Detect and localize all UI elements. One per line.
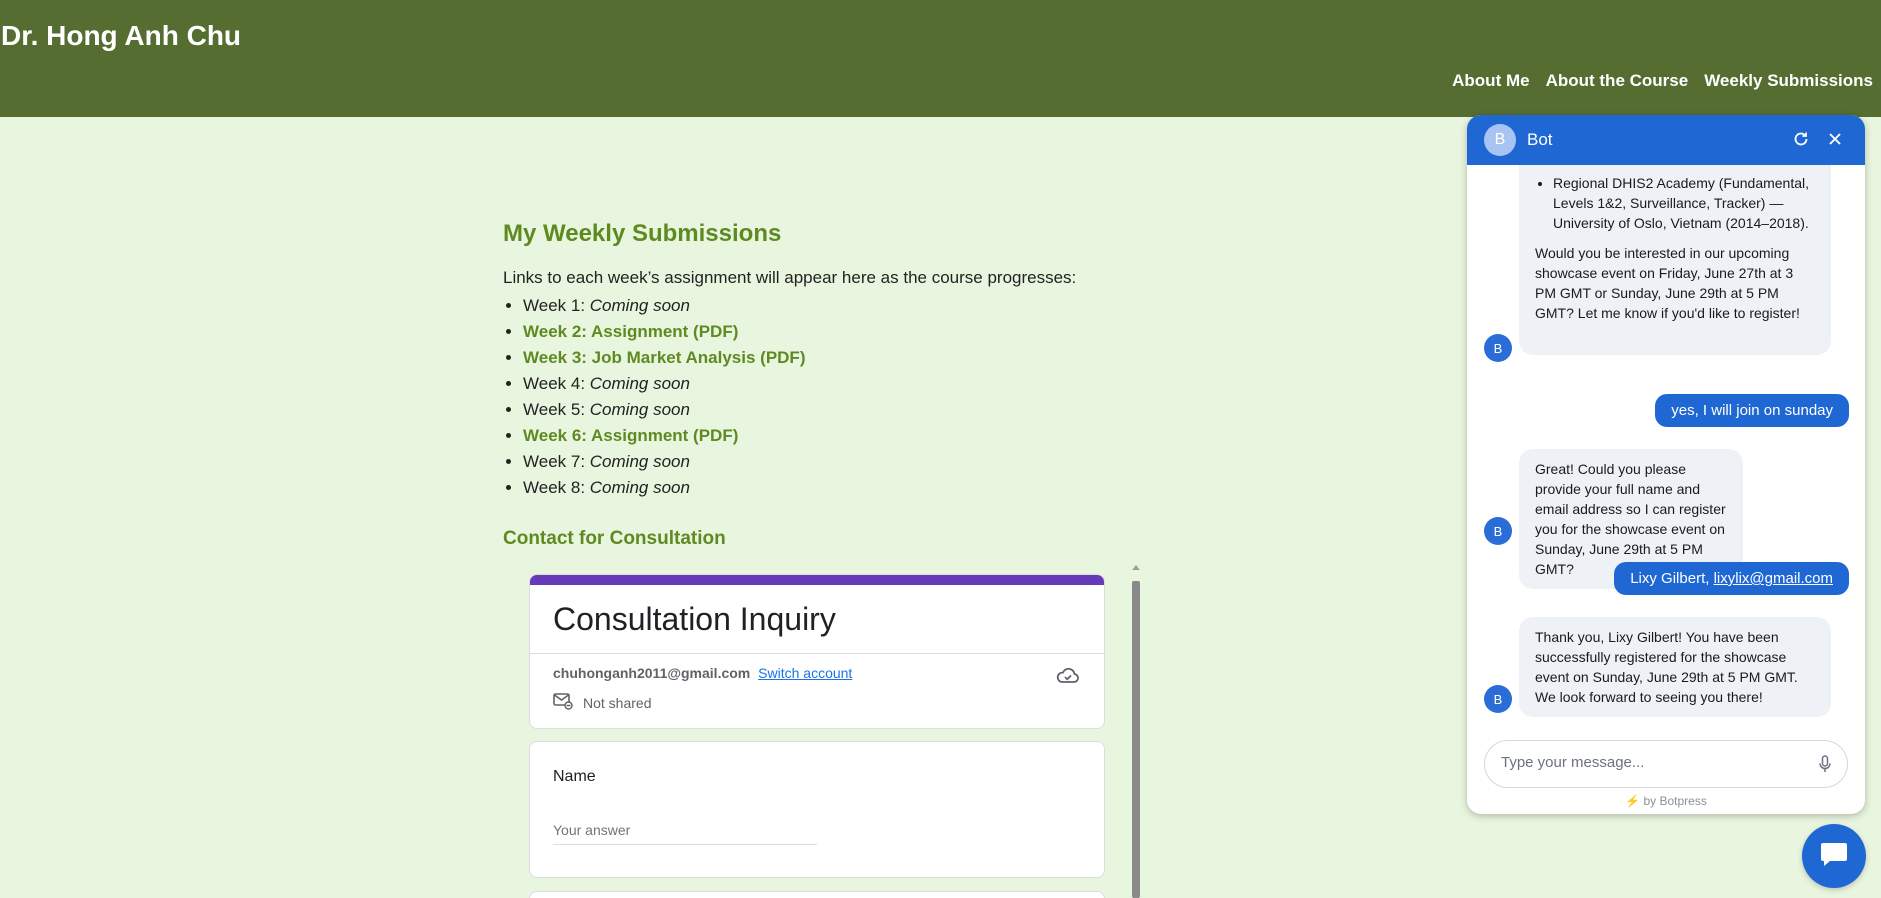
form-scrollbar[interactable] xyxy=(1131,563,1141,898)
chat-launcher-button[interactable] xyxy=(1802,824,1866,888)
submissions-intro: Links to each week’s assignment will app… xyxy=(503,268,1077,287)
week-label: Week 5: xyxy=(523,400,590,419)
week-status: Coming soon xyxy=(589,296,690,315)
user-message: yes, I will join on sunday xyxy=(1655,394,1849,427)
form-accent-bar xyxy=(530,575,1104,585)
not-shared-label: Not shared xyxy=(583,694,652,711)
main-nav: About Me About the Course Weekly Submiss… xyxy=(1452,71,1873,91)
bot-message: Thank you, Lixy Gilbert! You have been s… xyxy=(1519,617,1831,717)
email-link[interactable]: lixylix@gmail.com xyxy=(1714,570,1833,587)
bot-avatar: B xyxy=(1484,124,1516,156)
chat-bubble-icon xyxy=(1819,840,1849,873)
account-email: chuhonganh2011@gmail.com xyxy=(553,665,751,681)
cloud-check-icon xyxy=(1056,665,1080,685)
nav-weekly-submissions[interactable]: Weekly Submissions xyxy=(1704,71,1873,91)
week-status: Coming soon xyxy=(589,452,690,471)
scroll-thumb[interactable] xyxy=(1132,581,1140,898)
chat-header-actions xyxy=(1791,129,1845,149)
site-header: Dr. Hong Anh Chu About Me About the Cour… xyxy=(0,0,1881,117)
bot-avatar-small: B xyxy=(1484,685,1512,713)
chat-input-box xyxy=(1484,740,1848,788)
close-icon[interactable] xyxy=(1825,129,1845,149)
week-label: Week 8: xyxy=(523,478,590,497)
form-title: Consultation Inquiry xyxy=(530,585,1104,654)
form-header-card: Consultation Inquiry chuhonganh2011@gmai… xyxy=(529,574,1105,729)
week-status: Coming soon xyxy=(589,478,690,497)
powered-by[interactable]: ⚡ by Botpress xyxy=(1467,794,1865,808)
not-shared-row: Not shared xyxy=(553,692,651,713)
chat-widget: B Bot Regional DHIS2 Academy (Fundamenta… xyxy=(1467,115,1865,814)
week-label: Week 4: xyxy=(523,374,590,393)
bot-name: Bot xyxy=(1527,130,1553,149)
chat-messages: Regional DHIS2 Academy (Fundamental, Lev… xyxy=(1467,165,1865,725)
week-6-link[interactable]: Week 6: Assignment (PDF) xyxy=(523,426,738,445)
bot-avatar-small: B xyxy=(1484,334,1512,362)
name-answer-input[interactable]: Your answer xyxy=(553,822,817,845)
main-content: My Weekly Submissions Links to each week… xyxy=(503,220,1143,550)
bot-message-text: Would you be interested in our upcoming … xyxy=(1535,245,1800,321)
message-input[interactable] xyxy=(1501,754,1801,771)
bolt-icon: ⚡ xyxy=(1625,794,1641,808)
user-message-name: Lixy Gilbert, xyxy=(1630,570,1714,587)
list-item: Week 3: Job Market Analysis (PDF) xyxy=(523,345,1143,371)
list-item: Week 5: Coming soon xyxy=(523,397,1143,423)
submissions-heading: My Weekly Submissions xyxy=(503,220,782,247)
list-item: Week 8: Coming soon xyxy=(523,475,1143,501)
list-item: Regional DHIS2 Academy (Fundamental, Lev… xyxy=(1553,173,1815,233)
user-message: Lixy Gilbert, lixylix@gmail.com xyxy=(1614,562,1849,595)
scroll-up-arrow[interactable] xyxy=(1132,565,1140,570)
week-label: Week 7: xyxy=(523,452,590,471)
week-status: Coming soon xyxy=(589,400,690,419)
list-item: Week 6: Assignment (PDF) xyxy=(523,423,1143,449)
powered-by-label: by Botpress xyxy=(1643,794,1707,808)
list-item: Week 4: Coming soon xyxy=(523,371,1143,397)
week-label: Week 1: xyxy=(523,296,590,315)
list-item: Week 7: Coming soon xyxy=(523,449,1143,475)
site-title: Dr. Hong Anh Chu xyxy=(1,20,242,51)
week-2-link[interactable]: Week 2: Assignment (PDF) xyxy=(523,322,738,341)
nav-about-course[interactable]: About the Course xyxy=(1546,71,1689,91)
list-item: Week 2: Assignment (PDF) xyxy=(523,319,1143,345)
weeks-list: Week 1: Coming soon Week 2: Assignment (… xyxy=(503,293,1143,501)
week-3-link[interactable]: Week 3: Job Market Analysis (PDF) xyxy=(523,348,805,367)
account-row: chuhonganh2011@gmail.com Switch account xyxy=(553,665,852,681)
chat-header: B Bot xyxy=(1467,115,1865,165)
refresh-icon[interactable] xyxy=(1791,129,1811,149)
academy-list: Regional DHIS2 Academy (Fundamental, Lev… xyxy=(1535,173,1815,233)
consultation-form-frame[interactable]: Consultation Inquiry chuhonganh2011@gmai… xyxy=(529,563,1142,898)
name-label: Name xyxy=(553,768,596,785)
switch-account-link[interactable]: Switch account xyxy=(758,665,852,681)
nav-about-me[interactable]: About Me xyxy=(1452,71,1529,91)
bot-avatar-small: B xyxy=(1484,517,1512,545)
bot-message: Regional DHIS2 Academy (Fundamental, Lev… xyxy=(1519,165,1831,355)
name-question-card: Name Your answer xyxy=(529,741,1105,878)
mail-icon xyxy=(553,692,573,713)
contact-heading: Contact for Consultation xyxy=(503,528,726,549)
list-item: Week 1: Coming soon xyxy=(523,293,1143,319)
week-status: Coming soon xyxy=(589,374,690,393)
mic-icon[interactable] xyxy=(1817,755,1833,773)
next-question-card xyxy=(529,891,1105,898)
